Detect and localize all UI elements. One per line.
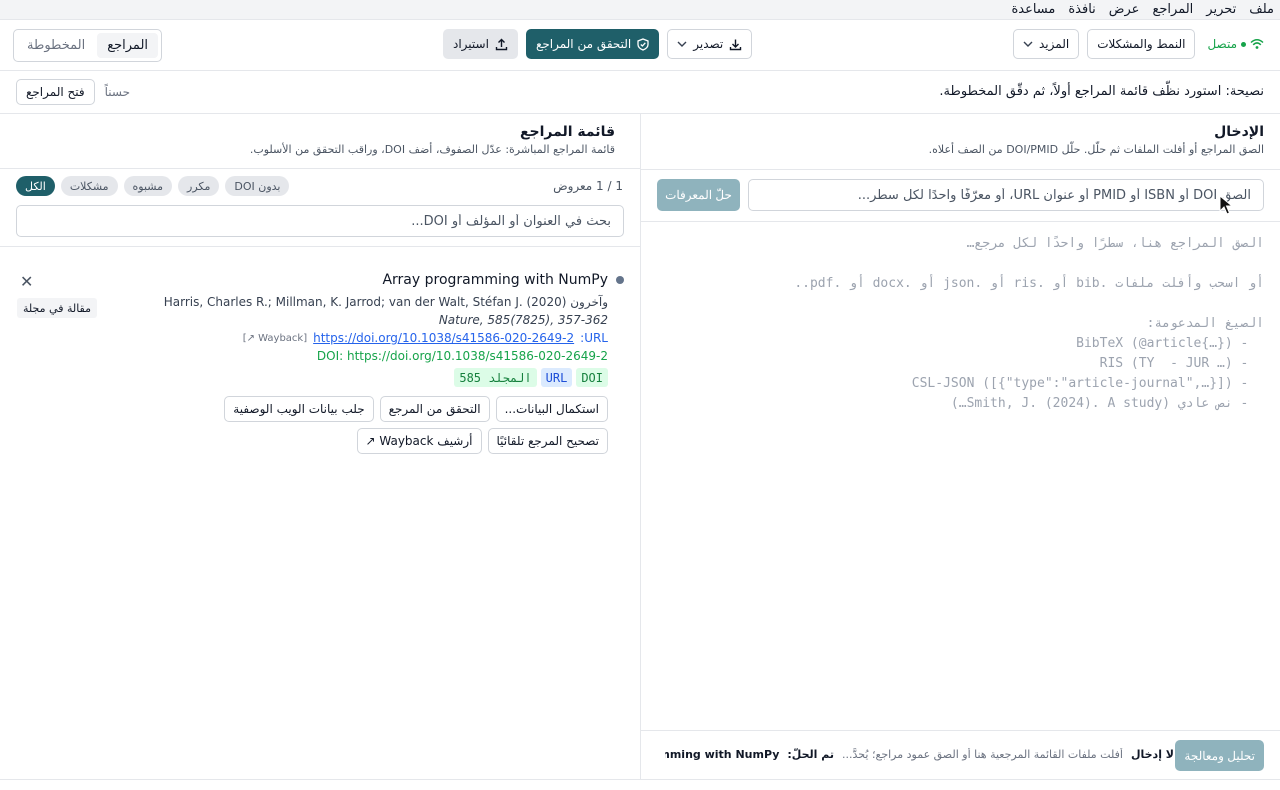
- reference-doi: DOI: https://doi.org/10.1038/s41586-020-…: [316, 349, 608, 363]
- open-references-button[interactable]: فتح المراجع: [16, 79, 95, 105]
- shield-check-icon: [637, 37, 649, 51]
- complete-data-button[interactable]: استكمال البيانات...: [495, 396, 608, 422]
- menu-view[interactable]: عرض: [1109, 2, 1140, 17]
- wayback-link[interactable]: [Wayback ↗]: [243, 333, 307, 344]
- input-footer: تحليل ومعالجة لا إدخال أفلت ملفات القائم…: [641, 730, 1280, 779]
- parse-process-button[interactable]: تحليل ومعالجة: [1175, 740, 1264, 771]
- reference-panel-subtitle: قائمة المراجع المباشرة: عدّل الصفوف، أضف…: [249, 143, 615, 156]
- tag-doi: DOI: [576, 368, 608, 387]
- reference-title-row: Array programming with NumPy: [382, 272, 624, 288]
- filter-chips: الكل مشكلات مشبوه مكرر بدون DOI: [16, 176, 290, 196]
- chevron-down-icon: [1023, 41, 1033, 47]
- divider: [641, 169, 1280, 170]
- tip-text: نصيحة: استورد نظّف قائمة المراجع أولاً، …: [939, 84, 1264, 99]
- more-label: المزيد: [1039, 37, 1070, 51]
- footer-hint: أفلت ملفات القائمة المرجعية هنا أو الصق …: [842, 748, 1123, 761]
- export-label: تصدير: [693, 37, 724, 51]
- input-footer-status: لا إدخال أفلت ملفات القائمة المرجعية هنا…: [665, 748, 1174, 761]
- filter-suspicious[interactable]: مشبوه: [123, 176, 173, 196]
- identifier-row: حلّ المعرفات: [657, 179, 1264, 211]
- menu-file[interactable]: ملف: [1249, 2, 1274, 17]
- auto-fix-reference-button[interactable]: تصحيح المرجع تلقائيًا: [487, 428, 608, 454]
- wifi-icon: [1250, 39, 1264, 49]
- connection-status: متصل: [1207, 37, 1264, 51]
- no-input-label: لا إدخال: [1130, 748, 1174, 761]
- filter-issues[interactable]: مشكلات: [60, 176, 118, 196]
- verify-label: التحقق من المراجع: [535, 37, 632, 51]
- resolved-label: تم الحلّ:: [787, 748, 835, 761]
- reference-url-link[interactable]: https://doi.org/10.1038/s41586-020-2649-…: [313, 331, 574, 345]
- status-text: متصل: [1207, 37, 1237, 51]
- reference-authors: Harris, Charles R.; Millman, K. Jarrod; …: [163, 295, 608, 309]
- upload-icon: [495, 38, 508, 50]
- menu-help[interactable]: مساعدة: [1011, 2, 1055, 17]
- toolbar: متصل النمط والمشكلات المزيد استيراد التح…: [0, 20, 1280, 71]
- download-icon: [730, 39, 742, 50]
- input-panel-header: الإدخال الصق المراجع أو أفلت الملفات ثم …: [929, 124, 1264, 156]
- status-dot: [616, 276, 624, 284]
- mouse-cursor-icon: [1219, 195, 1233, 215]
- tip-bar: نصيحة: استورد نظّف قائمة المراجع أولاً، …: [0, 71, 1280, 114]
- wayback-archive-button[interactable]: أرشيف Wayback ↗: [356, 428, 482, 454]
- view-switcher: المراجع المخطوطة: [13, 29, 163, 62]
- url-label: URL:: [580, 331, 608, 345]
- chevron-down-icon: [677, 41, 687, 47]
- reference-actions-row-2: تصحيح المرجع تلقائيًا أرشيف Wayback ↗: [356, 428, 608, 454]
- tag-volume: المجلد 585: [454, 368, 537, 387]
- filter-no-doi[interactable]: بدون DOI: [225, 176, 290, 196]
- filter-all[interactable]: الكل: [16, 176, 55, 196]
- import-button[interactable]: استيراد: [443, 29, 518, 59]
- reference-type-badge: مقالة في مجلة: [17, 298, 98, 318]
- fetch-web-metadata-button[interactable]: جلب بيانات الويب الوصفية: [224, 396, 374, 422]
- more-button[interactable]: المزيد: [1013, 29, 1080, 59]
- reference-journal: Nature, 585(7825), 357-362: [438, 313, 608, 327]
- resolve-identifiers-button[interactable]: حلّ المعرفات: [657, 179, 740, 211]
- divider: [0, 779, 1280, 780]
- tab-references[interactable]: المراجع: [97, 33, 159, 58]
- verify-reference-button[interactable]: التحقق من المرجع: [379, 396, 490, 422]
- status-dot: [1241, 41, 1246, 47]
- export-button[interactable]: تصدير: [667, 29, 753, 59]
- menu-references[interactable]: المراجع: [1152, 2, 1193, 17]
- identifier-input[interactable]: [748, 179, 1264, 211]
- import-label: استيراد: [453, 37, 489, 51]
- reference-tags: DOI URL المجلد 585: [454, 368, 608, 387]
- menu-bar: ملف تحرير المراجع عرض نافذة مساعدة: [0, 0, 1280, 20]
- menu-edit[interactable]: تحرير: [1206, 2, 1236, 17]
- reference-search-input[interactable]: [16, 205, 624, 237]
- input-panel-subtitle: الصق المراجع أو أفلت الملفات ثم حلّل. حل…: [928, 143, 1264, 156]
- reference-item[interactable]: Array programming with NumPy ✕ مقالة في …: [0, 247, 640, 477]
- remove-reference-icon[interactable]: ✕: [20, 274, 33, 290]
- pattern-issues-button[interactable]: النمط والمشكلات: [1087, 29, 1196, 59]
- references-paste-area[interactable]: الصق المراجع هنا، سطرًا واحدًا لكل مرجع……: [641, 222, 1280, 730]
- verify-references-button[interactable]: التحقق من المراجع: [525, 29, 660, 59]
- shown-count: 1 / 1 معروض: [553, 179, 623, 193]
- reference-title: Array programming with NumPy: [382, 272, 608, 288]
- reference-panel-header: قائمة المراجع قائمة المراجع المباشرة: عد…: [250, 124, 615, 156]
- reference-url-row: URL: https://doi.org/10.1038/s41586-020-…: [243, 331, 608, 345]
- resolved-value: Array programming with NumPy...: [665, 748, 780, 761]
- tag-url: URL: [540, 368, 573, 387]
- reference-panel-title: قائمة المراجع: [519, 124, 615, 140]
- dismiss-tip-link[interactable]: حسناً: [105, 85, 130, 99]
- reference-actions-row-1: استكمال البيانات... التحقق من المرجع جلب…: [224, 396, 608, 422]
- filter-duplicate[interactable]: مكرر: [178, 176, 220, 196]
- menu-window[interactable]: نافذة: [1068, 2, 1095, 17]
- input-panel-title: الإدخال: [1214, 124, 1264, 140]
- divider: [0, 168, 640, 169]
- tab-manuscript[interactable]: المخطوطة: [17, 33, 95, 58]
